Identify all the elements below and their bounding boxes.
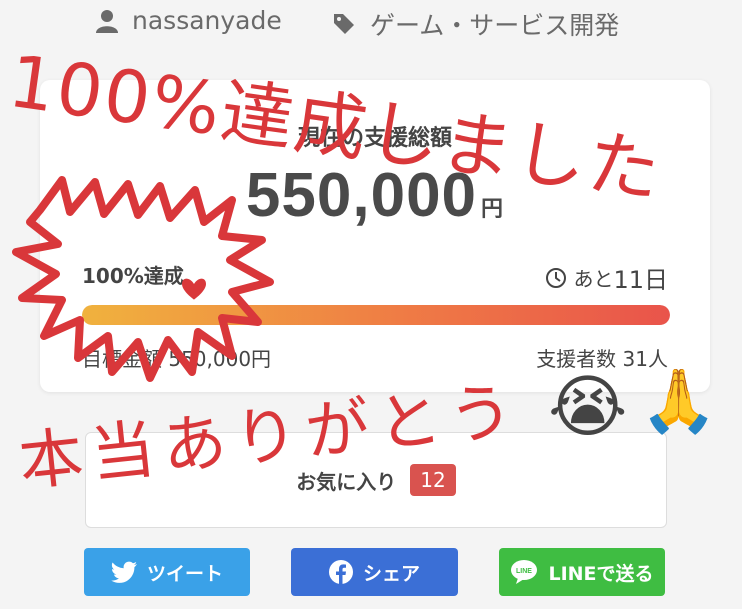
goal-amount: 目標金額 550,000円 — [82, 347, 272, 371]
project-meta: nassanyade ゲーム・サービス開発 — [0, 0, 742, 46]
line-share-button[interactable]: LINE LINEで送る — [499, 548, 665, 596]
facebook-icon — [328, 560, 353, 584]
remaining-prefix: あと — [573, 267, 614, 291]
amount-value: 550,000 — [245, 161, 478, 230]
line-label: LINEで送る — [548, 562, 654, 585]
twitter-icon — [111, 561, 137, 583]
tweet-button[interactable]: ツイート — [84, 548, 250, 596]
funding-label: 現在の支援総額 — [297, 126, 452, 151]
percent-achieved: 100%達成 — [82, 264, 184, 288]
owner-name: nassanyade — [132, 6, 282, 35]
remaining-value: 11日 — [613, 266, 668, 294]
svg-text:LINE: LINE — [516, 568, 532, 575]
clock-icon — [546, 267, 567, 288]
progress-bar — [82, 305, 670, 325]
line-icon: LINE — [511, 560, 538, 584]
favorite-count: 12 — [410, 464, 456, 496]
category-link[interactable]: ゲーム・サービス開発 — [332, 6, 619, 42]
remaining-days: あと 11日 — [545, 260, 668, 295]
funding-amount: 550,000 円 — [40, 160, 710, 231]
amount-currency: 円 — [481, 196, 505, 221]
backer-count: 支援者数 31人 — [536, 347, 668, 371]
tag-icon — [334, 14, 354, 34]
favorite-button[interactable]: お気に入り 12 — [85, 432, 667, 528]
facebook-share-button[interactable]: シェア — [291, 548, 458, 596]
owner-link[interactable]: nassanyade — [96, 6, 282, 35]
user-icon — [96, 9, 118, 33]
favorite-label: お気に入り — [296, 469, 397, 494]
category-name: ゲーム・サービス開発 — [370, 11, 620, 40]
tweet-label: ツイート — [146, 562, 223, 585]
facebook-label: シェア — [362, 562, 420, 585]
progress-fill — [82, 305, 670, 325]
funding-card: 現在の支援総額 550,000 円 100%達成 あと 11日 目標金額 550,… — [40, 80, 710, 392]
